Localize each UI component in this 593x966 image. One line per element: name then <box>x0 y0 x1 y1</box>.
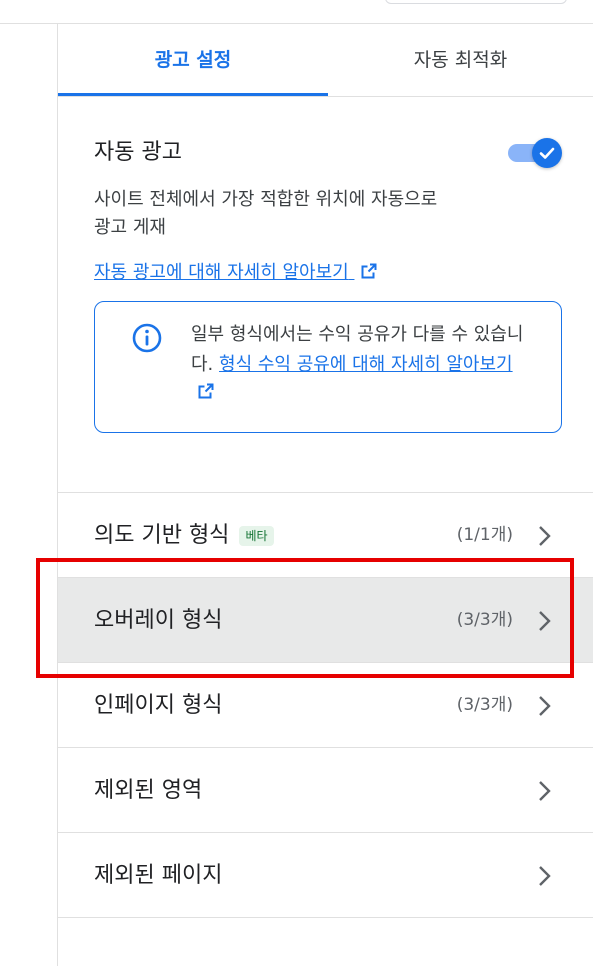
revenue-share-link-label: 형식 수익 공유에 대해 자세히 알아보기 <box>219 354 513 375</box>
row-label: 의도 기반 형식 베타 <box>94 493 274 578</box>
row-count: (1/1개) <box>456 525 513 545</box>
revenue-share-learn-more-link[interactable]: 형식 수익 공유에 대해 자세히 알아보기 <box>191 354 513 405</box>
row-count: (3/3개) <box>456 610 513 630</box>
chevron-right-icon <box>539 781 551 801</box>
info-icon <box>131 322 163 354</box>
beta-badge: 베타 <box>239 526 274 546</box>
row-title: 오버레이 형식 <box>94 608 223 633</box>
info-message: 일부 형식에서는 수익 공유가 다를 수 있습니다. 형식 수익 공유에 대해 … <box>191 320 531 410</box>
check-icon <box>532 138 562 168</box>
revenue-share-info-box: 일부 형식에서는 수익 공유가 다를 수 있습니다. 형식 수익 공유에 대해 … <box>94 301 562 433</box>
row-overlay-formats[interactable]: 오버레이 형식 (3/3개) <box>58 577 593 663</box>
top-bar <box>0 0 593 24</box>
row-intent-formats[interactable]: 의도 기반 형식 베타 (1/1개) <box>58 492 593 578</box>
auto-ads-title: 자동 광고 <box>94 140 182 165</box>
auto-ads-learn-more-link[interactable]: 자동 광고에 대해 자세히 알아보기 <box>94 258 378 285</box>
external-link-icon <box>197 380 215 410</box>
top-search-field[interactable] <box>385 0 567 4</box>
row-count: (3/3개) <box>456 695 513 715</box>
active-tab-indicator <box>58 93 328 96</box>
row-title: 인페이지 형식 <box>94 693 223 718</box>
row-title: 의도 기반 형식 <box>94 523 230 548</box>
row-in-page-formats[interactable]: 인페이지 형식 (3/3개) <box>58 662 593 748</box>
tab-bar: 광고 설정 자동 최적화 <box>58 24 593 97</box>
auto-ads-settings-panel: 광고 설정 자동 최적화 자동 광고 사이트 전체에서 가장 적합한 위치에 자… <box>58 24 593 966</box>
row-excluded-pages[interactable]: 제외된 페이지 <box>58 832 593 918</box>
row-title: 제외된 페이지 <box>94 863 223 888</box>
row-title: 제외된 영역 <box>94 778 203 803</box>
external-link-icon <box>360 262 378 285</box>
chevron-right-icon <box>539 526 551 546</box>
chevron-right-icon <box>539 866 551 886</box>
auto-ads-toggle[interactable] <box>508 138 562 168</box>
tab-ad-settings[interactable]: 광고 설정 <box>58 24 328 96</box>
list-bottom-divider <box>58 917 593 918</box>
row-excluded-areas[interactable]: 제외된 영역 <box>58 747 593 833</box>
chevron-right-icon <box>539 611 551 631</box>
tab-auto-optimize[interactable]: 자동 최적화 <box>328 24 593 96</box>
left-gutter <box>0 24 58 966</box>
chevron-right-icon <box>539 696 551 716</box>
auto-ads-description: 사이트 전체에서 가장 적합한 위치에 자동으로 광고 게재 <box>94 189 438 238</box>
learn-more-label: 자동 광고에 대해 자세히 알아보기 <box>94 262 349 283</box>
